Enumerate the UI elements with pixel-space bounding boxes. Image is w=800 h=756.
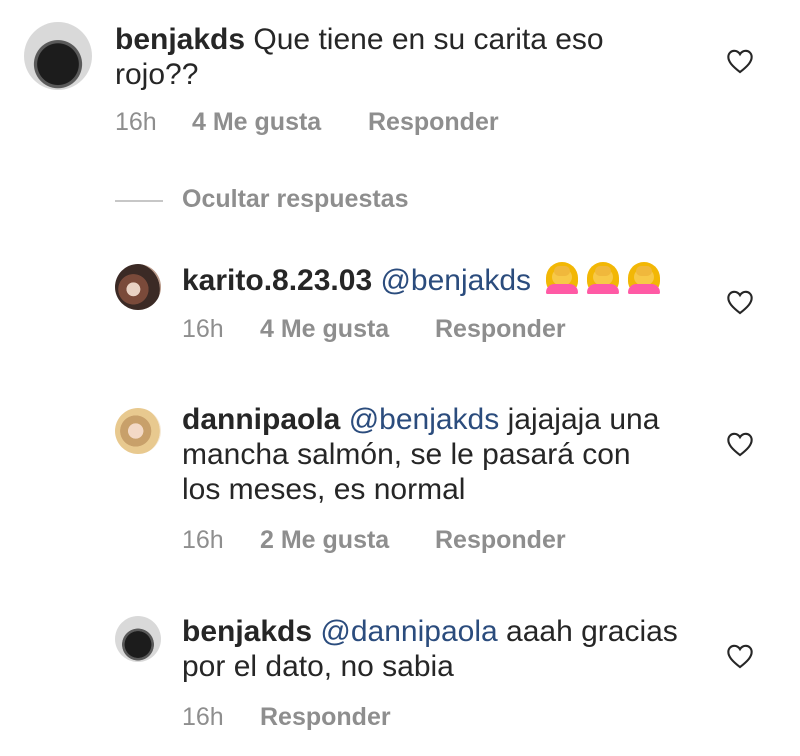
- comment-text: karito.8.23.03 @benjakds: [182, 262, 662, 298]
- comment-body-line2: mancha salmón, se le pasará con: [182, 438, 631, 471]
- divider-line: [115, 200, 163, 202]
- reply-button[interactable]: Responder: [435, 526, 566, 555]
- mention-link[interactable]: @benjakds: [380, 264, 531, 297]
- comment-username[interactable]: karito.8.23.03: [182, 264, 372, 297]
- comment-username[interactable]: dannipaola: [182, 403, 340, 436]
- comment-body: jajajaja una: [507, 403, 660, 436]
- comment-meta: 16h Responder: [182, 703, 602, 733]
- comment-text: benjakds @dannipaola aaah gracias por el…: [182, 614, 678, 684]
- comment-body-line2: por el dato, no sabia: [182, 650, 454, 683]
- reply-button[interactable]: Responder: [368, 108, 499, 137]
- heart-outline-icon[interactable]: [726, 48, 754, 74]
- comment-body: Que tiene en su carita eso: [253, 23, 604, 56]
- likes-count[interactable]: 4 Me gusta: [192, 108, 321, 137]
- comment-meta: 16h 4 Me gusta Responder: [182, 315, 602, 345]
- comment-body: aaah gracias: [506, 615, 678, 648]
- mention-link[interactable]: @benjakds: [349, 403, 500, 436]
- timestamp: 16h: [115, 108, 157, 136]
- comment-meta: 16h 4 Me gusta Responder: [115, 108, 535, 138]
- avatar[interactable]: [24, 22, 92, 90]
- heart-outline-icon[interactable]: [726, 643, 754, 669]
- reply-button[interactable]: Responder: [435, 315, 566, 344]
- avatar[interactable]: [115, 408, 161, 454]
- woman-facepalming-emoji-icon: [626, 262, 662, 294]
- comment-body-line2: rojo??: [115, 58, 199, 91]
- comment-meta: 16h 2 Me gusta Responder: [182, 526, 602, 556]
- likes-count[interactable]: 2 Me gusta: [260, 526, 389, 555]
- timestamp: 16h: [182, 526, 224, 554]
- comment-body-line3: los meses, es normal: [182, 473, 466, 506]
- woman-facepalming-emoji-icon: [585, 262, 621, 294]
- comment-text: dannipaola @benjakds jajajaja una mancha…: [182, 402, 659, 507]
- woman-facepalming-emoji-icon: [544, 262, 580, 294]
- comment-username[interactable]: benjakds: [115, 23, 245, 56]
- heart-outline-icon[interactable]: [726, 289, 754, 315]
- timestamp: 16h: [182, 315, 224, 343]
- hide-replies-label: Ocultar respuestas: [182, 185, 409, 213]
- timestamp: 16h: [182, 703, 224, 731]
- mention-link[interactable]: @dannipaola: [320, 615, 497, 648]
- heart-outline-icon[interactable]: [726, 431, 754, 457]
- avatar[interactable]: [115, 264, 161, 310]
- comment-username[interactable]: benjakds: [182, 615, 312, 648]
- reply-button[interactable]: Responder: [260, 703, 391, 732]
- comment-text: benjakds Que tiene en su carita eso rojo…: [115, 22, 604, 92]
- avatar[interactable]: [115, 616, 161, 662]
- likes-count[interactable]: 4 Me gusta: [260, 315, 389, 344]
